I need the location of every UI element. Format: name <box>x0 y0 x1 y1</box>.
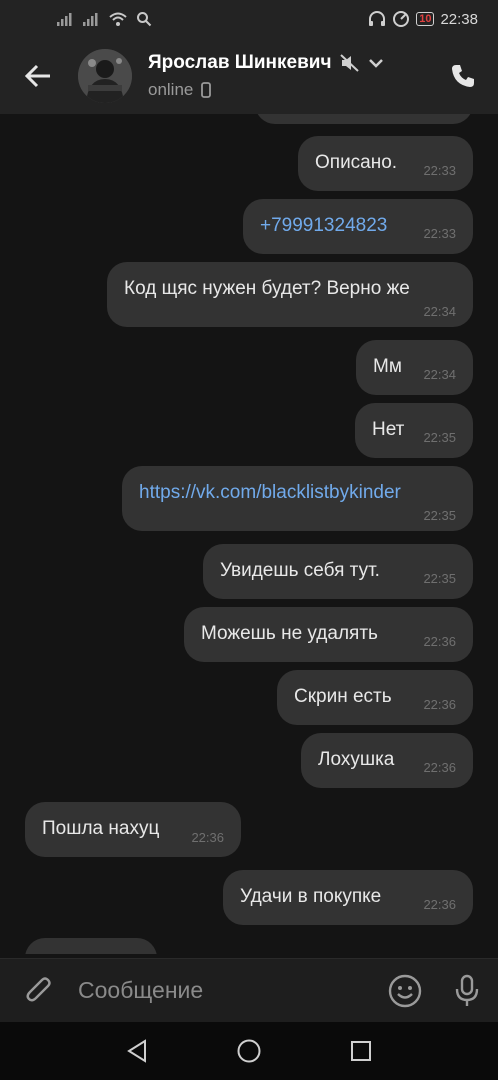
message-bubble[interactable]: Лохушка 22:36 <box>301 733 473 788</box>
emoji-button[interactable] <box>374 959 436 1023</box>
battery-icon: 10 <box>416 12 435 26</box>
message-bubble[interactable]: https://vk.com/blacklistbykinder 22:35 <box>122 466 473 531</box>
status-bar: 10 22:38 <box>0 0 498 38</box>
message-list[interactable]: Описано. 22:33 +79991324823 22:33 Код щя… <box>0 114 498 954</box>
contact-name: Ярослав Шинкевич <box>148 52 332 73</box>
voice-button[interactable] <box>436 959 498 1023</box>
message-time: 22:36 <box>191 830 224 845</box>
circle-home-icon <box>237 1039 261 1063</box>
message-bubble[interactable]: Нет 22:35 <box>355 403 473 458</box>
mobile-icon <box>201 82 212 98</box>
signal-icon <box>83 13 98 26</box>
message-time: 22:36 <box>423 897 456 912</box>
search-icon <box>137 12 152 27</box>
message-link[interactable]: https://vk.com/blacklistbykinder <box>139 482 401 504</box>
message-text: Скрин есть <box>294 686 392 707</box>
signal-icon <box>57 13 72 26</box>
message-text: Нет <box>372 419 405 440</box>
system-nav-bar <box>0 1022 498 1080</box>
square-recents-icon <box>351 1041 371 1061</box>
message-text: Увидешь себя тут. <box>220 560 380 581</box>
chat-header: Ярослав Шинкевич online <box>0 38 498 114</box>
call-button[interactable] <box>428 38 498 114</box>
online-status: online <box>148 80 194 99</box>
data-saver-icon <box>393 11 410 27</box>
message-time: 22:35 <box>423 430 456 445</box>
message-time: 22:33 <box>423 163 456 178</box>
message-composer <box>0 958 498 1022</box>
message-bubble[interactable]: Код щяс нужен будет? Верно же 22:34 <box>107 262 473 327</box>
message-time: 22:36 <box>423 634 456 649</box>
message-bubble-incoming[interactable]: Пошла нахуц 22:36 <box>25 802 241 857</box>
message-text: Мм <box>373 356 402 377</box>
attach-button[interactable] <box>0 959 78 1023</box>
message-text: Код щяс нужен будет? Верно же <box>124 278 410 299</box>
chevron-down-icon[interactable] <box>368 58 384 68</box>
message-time: 22:36 <box>423 697 456 712</box>
message-bubble-partial[interactable] <box>255 114 473 124</box>
message-time: 22:34 <box>423 367 456 382</box>
nav-home-button[interactable] <box>229 1031 269 1071</box>
headphones-icon <box>369 11 386 26</box>
phone-icon <box>452 65 474 87</box>
message-time: 22:35 <box>423 571 456 586</box>
microphone-icon <box>455 974 479 1006</box>
message-time: 22:34 <box>423 304 456 319</box>
message-time: 22:35 <box>423 508 456 523</box>
triangle-back-icon <box>127 1039 146 1063</box>
paperclip-icon <box>26 976 51 1001</box>
clock: 22:38 <box>440 10 478 28</box>
message-bubble[interactable]: Скрин есть 22:36 <box>277 670 473 725</box>
nav-back-button[interactable] <box>117 1031 157 1071</box>
message-bubble-partial[interactable] <box>25 938 157 954</box>
message-link[interactable]: +79991324823 <box>260 215 387 237</box>
message-text: Лохушка <box>318 749 395 770</box>
smile-icon <box>388 974 422 1007</box>
message-time: 22:33 <box>423 226 456 241</box>
back-button[interactable] <box>0 38 76 114</box>
muted-icon <box>339 54 359 72</box>
message-text: Пошла нахуц <box>42 818 160 839</box>
message-bubble[interactable]: Мм 22:34 <box>356 340 473 395</box>
message-bubble[interactable]: Увидешь себя тут. 22:35 <box>203 544 473 599</box>
message-text: Можешь не удалять <box>201 623 378 644</box>
message-bubble[interactable]: Описано. 22:33 <box>298 136 473 191</box>
message-time: 22:36 <box>423 760 456 775</box>
message-bubble[interactable]: Можешь не удалять 22:36 <box>184 607 473 662</box>
nav-recents-button[interactable] <box>341 1031 381 1071</box>
contact-info[interactable]: Ярослав Шинкевич online <box>148 52 384 100</box>
wifi-icon <box>109 12 127 26</box>
arrow-left-icon <box>24 64 50 88</box>
message-text: Описано. <box>315 152 398 173</box>
message-text: Удачи в покупке <box>240 886 382 907</box>
avatar[interactable] <box>78 49 132 103</box>
message-input[interactable] <box>78 970 374 1011</box>
message-bubble[interactable]: +79991324823 22:33 <box>243 199 473 254</box>
message-bubble[interactable]: Удачи в покупке 22:36 <box>223 870 473 925</box>
